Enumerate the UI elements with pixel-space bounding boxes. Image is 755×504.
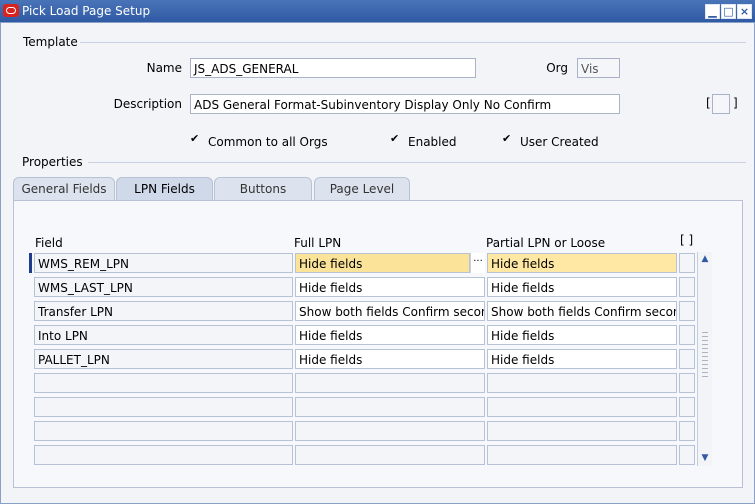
scroll-up-arrow-icon[interactable]: ▲ <box>698 253 712 265</box>
table-cell-full-lpn[interactable]: Show both fields Confirm seconc <box>295 301 485 321</box>
table-cell-partial-lpn[interactable] <box>487 373 677 393</box>
row-flexfield[interactable] <box>679 253 695 273</box>
org-field[interactable]: Vis <box>577 58 620 78</box>
properties-divider <box>88 162 746 163</box>
name-label: Name <box>146 61 182 75</box>
properties-section-label: Properties <box>22 155 83 169</box>
table-cell-field[interactable]: WMS_LAST_LPN <box>34 277 293 297</box>
table-cell-partial-lpn[interactable] <box>487 421 677 441</box>
window-title: Pick Load Page Setup <box>22 4 151 18</box>
table-cell-partial-lpn[interactable]: Hide fields <box>487 349 677 369</box>
table-cell-field[interactable]: PALLET_LPN <box>34 349 293 369</box>
vertical-scrollbar[interactable]: ▲ ▼ <box>697 252 712 466</box>
row-flexfield[interactable] <box>679 349 695 369</box>
table-cell-partial-lpn[interactable]: Hide fields <box>487 325 677 345</box>
column-header-extra: [ ] <box>680 233 694 247</box>
row-flexfield[interactable] <box>679 421 695 441</box>
tab-lpn-fields[interactable]: LPN Fields <box>116 177 213 200</box>
table-cell-field[interactable]: Into LPN <box>34 325 293 345</box>
tab-buttons[interactable]: Buttons <box>214 177 312 200</box>
table-cell-partial-lpn[interactable]: Show both fields Confirm seconc <box>487 301 677 321</box>
column-header-field: Field <box>35 236 63 250</box>
template-divider <box>80 42 746 43</box>
tab-general-fields[interactable]: General Fields <box>13 177 115 200</box>
table-cell-field[interactable]: Transfer LPN <box>34 301 293 321</box>
table-cell-full-lpn[interactable]: Hide fields <box>295 253 470 273</box>
window-titlebar: Pick Load Page Setup ▁ □ × <box>0 0 755 22</box>
description-label: Description <box>113 97 182 111</box>
row-flexfield[interactable] <box>679 277 695 297</box>
table-cell-field[interactable] <box>34 445 293 465</box>
name-field[interactable]: JS_ADS_GENERAL <box>190 58 476 78</box>
table-cell-field[interactable] <box>34 421 293 441</box>
user-created-label: User Created <box>520 135 599 149</box>
table-cell-partial-lpn[interactable] <box>487 445 677 465</box>
flex-bracket-right: ] <box>733 96 738 110</box>
row-flexfield[interactable] <box>679 301 695 321</box>
scroll-thumb[interactable] <box>702 332 708 380</box>
minimize-button[interactable]: ▁ <box>705 4 720 19</box>
descriptive-flexfield[interactable] <box>712 94 730 114</box>
enabled-checkbox[interactable]: ✔ <box>390 133 400 144</box>
current-row-marker <box>29 253 32 273</box>
column-header-partial-lpn: Partial LPN or Loose <box>486 236 606 250</box>
maximize-button[interactable]: □ <box>721 4 736 19</box>
row-flexfield[interactable] <box>679 445 695 465</box>
table-cell-full-lpn[interactable]: Hide fields <box>295 325 485 345</box>
table-cell-partial-lpn[interactable]: Hide fields <box>487 253 677 273</box>
table-cell-full-lpn[interactable] <box>295 421 485 441</box>
oracle-logo-icon <box>3 4 19 17</box>
table-cell-full-lpn[interactable]: Hide fields <box>295 349 485 369</box>
description-field[interactable]: ADS General Format-Subinventory Display … <box>190 94 620 114</box>
row-flexfield[interactable] <box>679 325 695 345</box>
tab-page-level[interactable]: Page Level <box>314 177 410 200</box>
user-created-checkbox[interactable]: ✔ <box>502 133 512 144</box>
table-cell-full-lpn[interactable]: Hide fields <box>295 277 485 297</box>
row-flexfield[interactable] <box>679 397 695 417</box>
table-cell-field[interactable]: WMS_REM_LPN <box>34 253 293 273</box>
table-cell-field[interactable] <box>34 373 293 393</box>
scroll-down-arrow-icon[interactable]: ▼ <box>698 452 712 464</box>
list-of-values-button[interactable]: ··· <box>470 253 485 273</box>
table-cell-partial-lpn[interactable] <box>487 397 677 417</box>
template-section-label: Template <box>23 35 78 49</box>
enabled-label: Enabled <box>408 135 457 149</box>
common-orgs-checkbox[interactable]: ✔ <box>190 133 200 144</box>
column-header-full-lpn: Full LPN <box>294 236 342 250</box>
close-button[interactable]: × <box>737 4 752 19</box>
flex-bracket-left: [ <box>706 96 711 110</box>
table-cell-partial-lpn[interactable]: Hide fields <box>487 277 677 297</box>
table-cell-full-lpn[interactable] <box>295 445 485 465</box>
table-cell-full-lpn[interactable] <box>295 373 485 393</box>
table-cell-field[interactable] <box>34 397 293 417</box>
table-cell-full-lpn[interactable] <box>295 397 485 417</box>
row-flexfield[interactable] <box>679 373 695 393</box>
common-orgs-label: Common to all Orgs <box>208 135 328 149</box>
org-label: Org <box>546 61 568 75</box>
